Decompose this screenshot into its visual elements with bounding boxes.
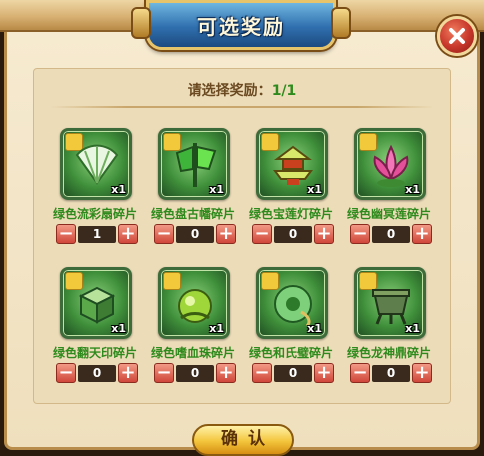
reward-card: x1 绿色宝莲灯碎片 − 0 + (246, 128, 336, 256)
close-button[interactable] (437, 16, 477, 56)
quantity-stepper: − 0 + (350, 224, 432, 246)
quantity-stepper: − 0 + (350, 363, 432, 385)
reward-card: x1 绿色嗜血珠碎片 − 0 + (148, 267, 238, 395)
reward-name: 绿色盘古幡碎片 (150, 207, 235, 221)
decrease-button[interactable]: − (154, 363, 174, 383)
quantity-stepper: − 0 + (56, 363, 138, 385)
reward-name: 绿色幽冥莲碎片 (346, 207, 431, 221)
decrease-button[interactable]: − (350, 363, 370, 383)
close-icon (449, 28, 465, 44)
item-quantity: x1 (307, 322, 322, 335)
divider (50, 106, 434, 108)
quantity-value: 0 (176, 365, 214, 382)
increase-button[interactable]: + (216, 363, 236, 383)
prompt-label: 请选择奖励： (187, 83, 272, 99)
reward-name: 绿色嗜血珠碎片 (150, 346, 235, 360)
reward-slot[interactable]: x1 (158, 267, 230, 339)
increase-button[interactable]: + (412, 363, 432, 383)
item-quantity: x1 (111, 183, 126, 196)
reward-slot[interactable]: x1 (256, 128, 328, 200)
decrease-button[interactable]: − (252, 363, 272, 383)
increase-button[interactable]: + (314, 224, 334, 244)
decrease-button[interactable]: − (252, 224, 272, 244)
selection-count: 1/1 (271, 83, 297, 99)
increase-button[interactable]: + (118, 224, 138, 244)
reward-card: x1 绿色盘古幡碎片 − 0 + (148, 128, 238, 256)
selection-prompt: 请选择奖励：1/1 (0, 80, 484, 100)
quantity-value: 0 (274, 226, 312, 243)
reward-slot[interactable]: x1 (60, 128, 132, 200)
reward-name: 绿色和氏璧碎片 (248, 346, 333, 360)
decrease-button[interactable]: − (56, 363, 76, 383)
increase-button[interactable]: + (412, 224, 432, 244)
reward-slot[interactable]: x1 (354, 128, 426, 200)
item-quantity: x1 (209, 183, 224, 196)
reward-slot[interactable]: x1 (354, 267, 426, 339)
confirm-button[interactable]: 确认 (192, 424, 294, 456)
reward-slot[interactable]: x1 (158, 128, 230, 200)
reward-card: x1 绿色龙神鼎碎片 − 0 + (344, 267, 434, 395)
item-quantity: x1 (405, 183, 420, 196)
increase-button[interactable]: + (314, 363, 334, 383)
decrease-button[interactable]: − (154, 224, 174, 244)
quantity-value: 0 (372, 365, 410, 382)
item-quantity: x1 (307, 183, 322, 196)
increase-button[interactable]: + (216, 224, 236, 244)
quantity-value: 0 (176, 226, 214, 243)
quantity-stepper: − 0 + (252, 363, 334, 385)
page-title: 可选奖励 (197, 14, 285, 39)
quantity-stepper: − 0 + (154, 224, 236, 246)
reward-slot[interactable]: x1 (256, 267, 328, 339)
quantity-value: 1 (78, 226, 116, 243)
quantity-value: 0 (372, 226, 410, 243)
reward-card: x1 绿色和氏璧碎片 − 0 + (246, 267, 336, 395)
reward-card: x1 绿色翻天印碎片 − 0 + (50, 267, 140, 395)
item-quantity: x1 (405, 322, 420, 335)
reward-name: 绿色翻天印碎片 (52, 346, 137, 360)
quantity-value: 0 (78, 365, 116, 382)
reward-slot[interactable]: x1 (60, 267, 132, 339)
title-banner: 可选奖励 (131, 0, 351, 50)
reward-card: x1 绿色幽冥莲碎片 − 0 + (344, 128, 434, 256)
quantity-stepper: − 0 + (252, 224, 334, 246)
increase-button[interactable]: + (118, 363, 138, 383)
quantity-stepper: − 0 + (154, 363, 236, 385)
reward-name: 绿色宝莲灯碎片 (248, 207, 333, 221)
reward-card: x1 绿色流彩扇碎片 − 1 + (50, 128, 140, 256)
decrease-button[interactable]: − (350, 224, 370, 244)
reward-name: 绿色流彩扇碎片 (52, 207, 137, 221)
quantity-value: 0 (274, 365, 312, 382)
item-quantity: x1 (111, 322, 126, 335)
decrease-button[interactable]: − (56, 224, 76, 244)
reward-name: 绿色龙神鼎碎片 (346, 346, 431, 360)
quantity-stepper: − 1 + (56, 224, 138, 246)
item-quantity: x1 (209, 322, 224, 335)
